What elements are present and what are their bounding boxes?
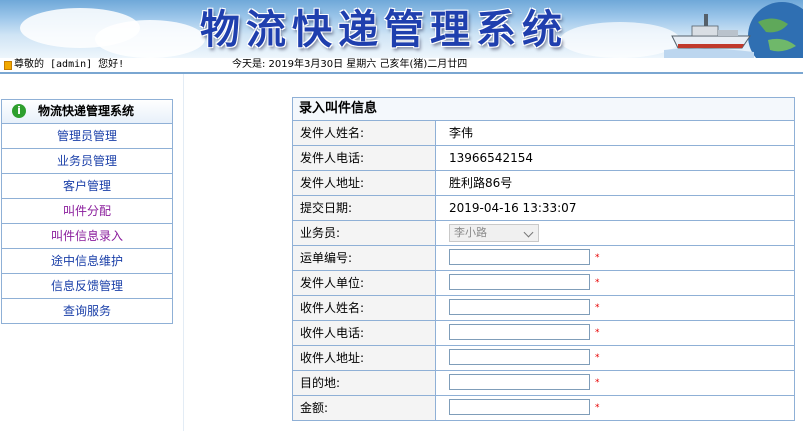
required-mark: * xyxy=(595,328,600,338)
receiver-address-input[interactable] xyxy=(449,349,590,365)
sidebar-item-query[interactable]: 查询服务 xyxy=(2,299,172,324)
waybill-input[interactable] xyxy=(449,249,590,265)
sidebar-link[interactable]: 途中信息维护 xyxy=(51,254,123,268)
salesman-selected-value: 李小路 xyxy=(454,226,487,239)
sidebar-link[interactable]: 叫件信息录入 xyxy=(51,229,123,243)
field-label: 金额: xyxy=(293,396,436,420)
amount-input[interactable] xyxy=(449,399,590,415)
ship-globe-icon xyxy=(664,2,803,58)
sidebar-item-transit[interactable]: 途中信息维护 xyxy=(2,249,172,274)
form-row-destination: 目的地: * xyxy=(293,371,794,396)
submit-date-value: 2019-04-16 13:33:07 xyxy=(449,201,577,215)
sidebar-link[interactable]: 叫件分配 xyxy=(63,204,111,218)
salesman-select[interactable]: 李小路 xyxy=(449,224,539,242)
header-banner: 物流快递管理系统 xyxy=(0,0,803,58)
sidebar-item-assign[interactable]: 叫件分配 xyxy=(2,199,172,224)
sidebar-item-entry[interactable]: 叫件信息录入 xyxy=(2,224,172,249)
form-row-sender-phone: 发件人电话: 13966542154 xyxy=(293,146,794,171)
pickup-entry-form: 录入叫件信息 发件人姓名: 李伟 发件人电话: 13966542154 发件人地… xyxy=(292,97,795,421)
sidebar-link[interactable]: 查询服务 xyxy=(63,304,111,318)
form-row-submit-date: 提交日期: 2019-04-16 13:33:07 xyxy=(293,196,794,221)
field-label: 收件人姓名: xyxy=(293,296,436,320)
required-mark: * xyxy=(595,403,600,413)
receiver-phone-input[interactable] xyxy=(449,324,590,340)
status-bar: 尊敬的 [admin] 您好! 今天是: 2019年3月30日 星期六 己亥年(… xyxy=(0,58,803,72)
date-text: 今天是: 2019年3月30日 星期六 己亥年(猪)二月廿四 xyxy=(232,59,468,70)
form-row-sender-unit: 发件人单位: * xyxy=(293,271,794,296)
sidebar-link[interactable]: 业务员管理 xyxy=(57,154,117,168)
sidebar-item-salesman[interactable]: 业务员管理 xyxy=(2,149,172,174)
receiver-name-input[interactable] xyxy=(449,299,590,315)
form-row-sender-name: 发件人姓名: 李伟 xyxy=(293,121,794,146)
welcome-text: 尊敬的 [admin] 您好! xyxy=(14,59,125,70)
required-mark: * xyxy=(595,378,600,388)
destination-input[interactable] xyxy=(449,374,590,390)
field-label: 发件人姓名: xyxy=(293,121,436,145)
sidebar-item-customer[interactable]: 客户管理 xyxy=(2,174,172,199)
sidebar-header: i 物流快递管理系统 xyxy=(2,100,172,124)
field-label: 收件人地址: xyxy=(293,346,436,370)
sidebar-title: 物流快递管理系统 xyxy=(38,104,135,118)
field-label: 发件人电话: xyxy=(293,146,436,170)
form-row-receiver-address: 收件人地址: * xyxy=(293,346,794,371)
sender-phone-value: 13966542154 xyxy=(449,151,533,165)
cloud-decoration xyxy=(560,22,680,58)
field-label: 收件人电话: xyxy=(293,321,436,345)
info-icon: i xyxy=(12,104,26,118)
field-label: 目的地: xyxy=(293,371,436,395)
required-mark: * xyxy=(595,353,600,363)
field-label: 发件人地址: xyxy=(293,171,436,195)
cloud-decoration xyxy=(95,20,205,58)
required-mark: * xyxy=(595,278,600,288)
field-label: 运单编号: xyxy=(293,246,436,270)
form-row-salesman: 业务员: 李小路 xyxy=(293,221,794,246)
bullet-icon xyxy=(4,61,12,70)
sidebar-link[interactable]: 管理员管理 xyxy=(57,129,117,143)
form-row-waybill: 运单编号: * xyxy=(293,246,794,271)
form-row-amount: 金额: * xyxy=(293,396,794,420)
sidebar-link[interactable]: 客户管理 xyxy=(63,179,111,193)
field-label: 业务员: xyxy=(293,221,436,245)
form-row-receiver-name: 收件人姓名: * xyxy=(293,296,794,321)
sender-address-value: 胜利路86号 xyxy=(449,176,513,190)
form-row-sender-address: 发件人地址: 胜利路86号 xyxy=(293,171,794,196)
chevron-down-icon xyxy=(523,227,534,238)
sidebar-divider xyxy=(183,74,184,431)
sender-unit-input[interactable] xyxy=(449,274,590,290)
form-title: 录入叫件信息 xyxy=(293,98,794,121)
required-mark: * xyxy=(595,253,600,263)
required-mark: * xyxy=(595,303,600,313)
form-row-receiver-phone: 收件人电话: * xyxy=(293,321,794,346)
sidebar-item-feedback[interactable]: 信息反馈管理 xyxy=(2,274,172,299)
sidebar-menu: i 物流快递管理系统 管理员管理 业务员管理 客户管理 叫件分配 叫件信息录入 … xyxy=(1,99,173,324)
field-label: 发件人单位: xyxy=(293,271,436,295)
app-title: 物流快递管理系统 xyxy=(200,6,568,53)
field-label: 提交日期: xyxy=(293,196,436,220)
sender-name-value: 李伟 xyxy=(449,126,474,140)
sidebar-item-admin[interactable]: 管理员管理 xyxy=(2,124,172,149)
sidebar-link[interactable]: 信息反馈管理 xyxy=(51,279,123,293)
